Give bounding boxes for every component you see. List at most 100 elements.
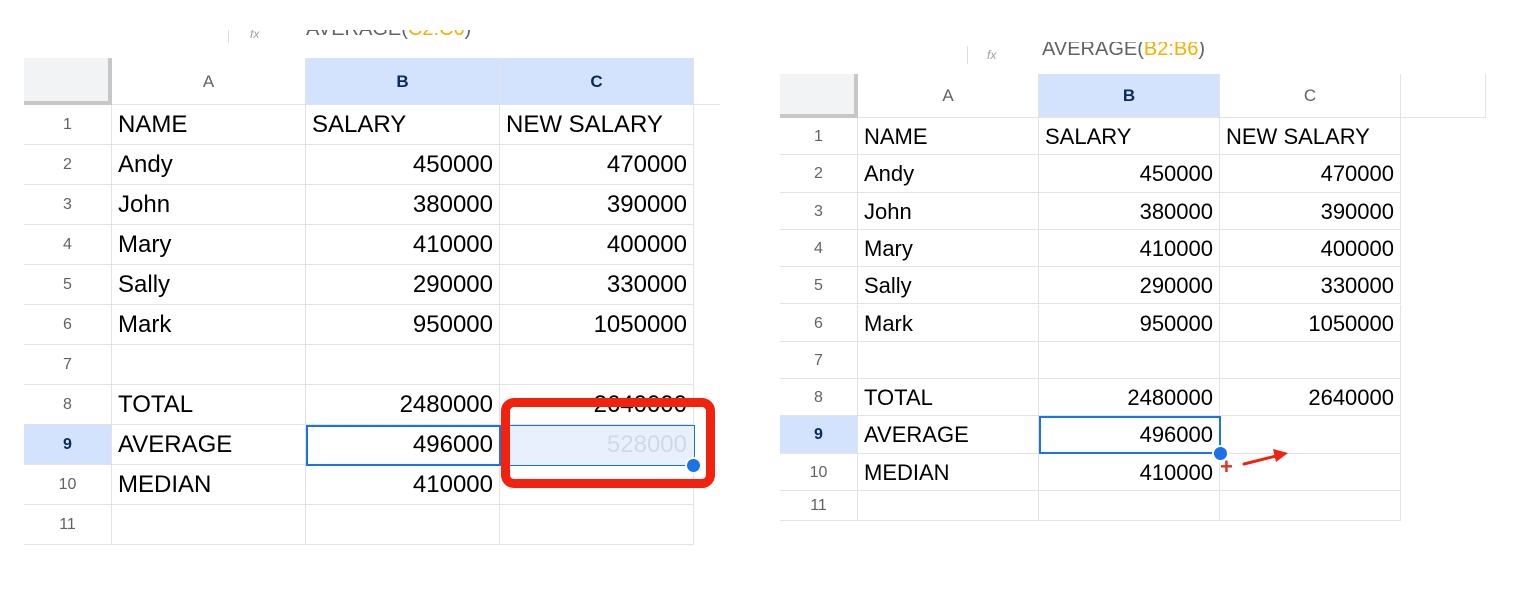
row-header[interactable]: 9 <box>24 425 112 465</box>
row-header[interactable]: 1 <box>24 105 112 145</box>
cell-b1[interactable]: SALARY <box>306 105 500 145</box>
cell-a2[interactable]: Andy <box>112 145 306 185</box>
cell-c3[interactable]: 390000 <box>500 185 694 225</box>
column-header-d[interactable] <box>1401 74 1486 118</box>
row-header[interactable]: 10 <box>24 465 112 505</box>
cell-c11[interactable] <box>1220 491 1401 521</box>
row-header[interactable]: 11 <box>780 491 858 521</box>
cell-a8[interactable]: TOTAL <box>858 379 1039 417</box>
cell-b2[interactable]: 450000 <box>306 145 500 185</box>
row-header[interactable]: 5 <box>24 265 112 305</box>
cell-c5[interactable]: 330000 <box>1220 267 1401 305</box>
cell-a7[interactable] <box>112 345 306 385</box>
cell-a11[interactable] <box>112 505 306 545</box>
cell-b1[interactable]: SALARY <box>1039 118 1220 156</box>
formula-text: AVERAGE(C2:C6) <box>306 30 471 41</box>
row-header[interactable]: 4 <box>780 229 858 268</box>
column-header-c[interactable]: C <box>1220 74 1401 118</box>
row-header[interactable]: 3 <box>780 192 858 230</box>
row-header[interactable]: 6 <box>780 304 858 342</box>
formula-bar[interactable]: fx AVERAGE(C2:C6) <box>24 30 720 43</box>
cell-b10[interactable]: 410000 <box>1039 453 1220 491</box>
cell-a4[interactable]: Mary <box>112 225 306 265</box>
row-header[interactable]: 4 <box>24 225 112 265</box>
cell-b4[interactable]: 410000 <box>1039 229 1220 268</box>
formula-function: AVERAGE( <box>306 30 408 40</box>
cell-b7[interactable] <box>1039 341 1220 380</box>
cell-c2[interactable]: 470000 <box>1220 155 1401 193</box>
cell-b11[interactable] <box>306 505 500 545</box>
column-header-b[interactable]: B <box>306 58 500 105</box>
select-all-corner[interactable] <box>780 74 858 118</box>
select-all-corner[interactable] <box>24 58 112 105</box>
cell-a4[interactable]: Mary <box>858 229 1039 268</box>
cell-c8[interactable]: 2640000 <box>1220 379 1401 417</box>
cell-b2[interactable]: 450000 <box>1039 155 1220 193</box>
cell-b6[interactable]: 950000 <box>1039 304 1220 342</box>
formula-range-ref: C2:C6 <box>408 30 465 40</box>
row-header[interactable]: 1 <box>780 118 858 156</box>
cell-a9[interactable]: AVERAGE <box>858 416 1039 454</box>
cell-a1[interactable]: NAME <box>112 105 306 145</box>
row-header[interactable]: 8 <box>780 379 858 417</box>
column-header-a[interactable]: A <box>112 58 306 105</box>
cell-c6[interactable]: 1050000 <box>1220 304 1401 342</box>
cell-a5[interactable]: Sally <box>112 265 306 305</box>
cell-a3[interactable]: John <box>112 185 306 225</box>
column-header-d[interactable] <box>694 58 720 105</box>
cell-c1[interactable]: NEW SALARY <box>500 105 694 145</box>
cell-b10[interactable]: 410000 <box>306 465 500 505</box>
formula-function: AVERAGE( <box>1042 42 1144 60</box>
formula-range-ref: B2:B6 <box>1143 42 1199 60</box>
cell-a2[interactable]: Andy <box>858 155 1039 193</box>
cell-b3[interactable]: 380000 <box>306 185 500 225</box>
row-header[interactable]: 11 <box>24 505 112 545</box>
row-header[interactable]: 8 <box>24 385 112 425</box>
cell-c11[interactable] <box>500 505 694 545</box>
spreadsheet-panel-left: fx AVERAGE(C2:C6) ABC 1NAMESALARYNEW SALA… <box>24 30 720 552</box>
cell-b4[interactable]: 410000 <box>306 225 500 265</box>
cell-b6[interactable]: 950000 <box>306 305 500 345</box>
cell-c2[interactable]: 470000 <box>500 145 694 185</box>
cell-b7[interactable] <box>306 345 500 385</box>
cell-a8[interactable]: TOTAL <box>112 385 306 425</box>
row-header[interactable]: 5 <box>780 267 858 305</box>
cell-a11[interactable] <box>858 491 1039 521</box>
cell-a5[interactable]: Sally <box>858 267 1039 305</box>
row-header[interactable]: 9 <box>780 416 858 454</box>
cell-b8[interactable]: 2480000 <box>306 385 500 425</box>
cell-c5[interactable]: 330000 <box>500 265 694 305</box>
row-header[interactable]: 6 <box>24 305 112 345</box>
cell-c3[interactable]: 390000 <box>1220 192 1401 230</box>
cell-c1[interactable]: NEW SALARY <box>1220 118 1401 156</box>
cell-c7[interactable] <box>500 345 694 385</box>
row-header[interactable]: 2 <box>24 145 112 185</box>
row-header[interactable]: 3 <box>24 185 112 225</box>
column-header-b[interactable]: B <box>1039 74 1220 118</box>
active-cell-border-b9 <box>306 425 501 466</box>
cell-a7[interactable] <box>858 341 1039 380</box>
cell-a3[interactable]: John <box>858 192 1039 230</box>
cell-b3[interactable]: 380000 <box>1039 192 1220 230</box>
row-header[interactable]: 10 <box>780 453 858 491</box>
cell-b8[interactable]: 2480000 <box>1039 379 1220 417</box>
cell-c4[interactable]: 400000 <box>500 225 694 265</box>
cell-c6[interactable]: 1050000 <box>500 305 694 345</box>
cell-a9[interactable]: AVERAGE <box>112 425 306 465</box>
column-header-a[interactable]: A <box>858 74 1039 118</box>
formula-bar[interactable]: fx AVERAGE(B2:B6) <box>780 42 1486 64</box>
row-header[interactable]: 7 <box>24 345 112 385</box>
cell-a6[interactable]: Mark <box>858 304 1039 342</box>
row-header[interactable]: 7 <box>780 341 858 380</box>
cell-b5[interactable]: 290000 <box>306 265 500 305</box>
cell-a6[interactable]: Mark <box>112 305 306 345</box>
cell-c7[interactable] <box>1220 341 1401 380</box>
row-header[interactable]: 2 <box>780 155 858 193</box>
cell-a1[interactable]: NAME <box>858 118 1039 156</box>
cell-b5[interactable]: 290000 <box>1039 267 1220 305</box>
cell-c4[interactable]: 400000 <box>1220 229 1401 268</box>
column-header-c[interactable]: C <box>500 58 694 105</box>
cell-a10[interactable]: MEDIAN <box>112 465 306 505</box>
cell-b11[interactable] <box>1039 491 1220 521</box>
cell-a10[interactable]: MEDIAN <box>858 453 1039 491</box>
